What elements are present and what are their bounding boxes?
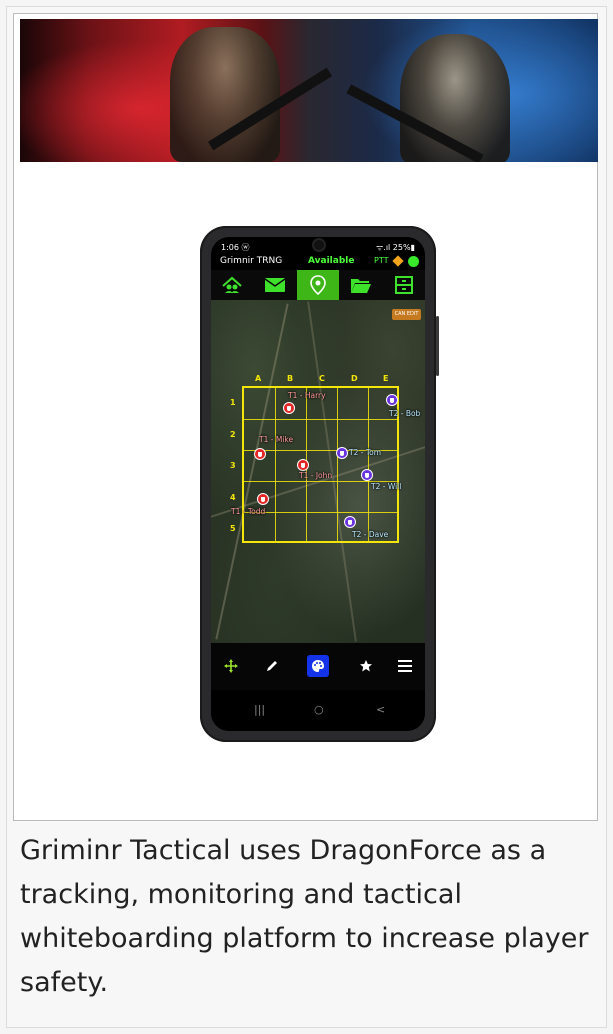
tab-bar	[211, 270, 425, 300]
phone-side-button	[436, 316, 439, 376]
star-icon	[360, 660, 372, 672]
menu-button[interactable]	[394, 655, 416, 677]
ptt-label[interactable]: PTT	[374, 256, 388, 265]
figure-caption: Griminr Tactical uses DragonForce as a t…	[20, 835, 589, 998]
player-marker-t1[interactable]	[254, 448, 266, 460]
grid-column-label: E	[383, 374, 389, 383]
grid-row-label: 4	[230, 493, 236, 502]
move-icon	[224, 659, 238, 673]
can-edit-badge[interactable]: CAN EDIT	[392, 309, 421, 320]
tab-map[interactable]	[297, 270, 339, 300]
player-label: T2 - Bob	[389, 409, 421, 418]
player-marker-t2[interactable]	[386, 394, 398, 406]
grid-row-label: 5	[230, 524, 236, 533]
palette-icon	[312, 660, 324, 672]
favorite-tool-button[interactable]	[355, 655, 377, 677]
grid-column-label: D	[351, 374, 358, 383]
menu-icon	[398, 660, 412, 672]
home-button[interactable]: ○	[314, 703, 324, 716]
phone-screen: 1:06 ⓦ ᯤ.ıl 25%▮ Grimnir TRNG Available …	[211, 237, 425, 731]
player-label: T2 - Tom	[349, 448, 382, 457]
hero-banner-image	[20, 19, 598, 162]
cabinet-icon	[395, 276, 413, 294]
tab-records[interactable]	[383, 270, 425, 300]
grid-line	[244, 512, 397, 513]
player-label: T1 - Harry	[288, 391, 326, 400]
player-label: T2 - Will	[371, 482, 402, 491]
map-toolbar	[211, 643, 425, 690]
tab-messages[interactable]	[254, 270, 296, 300]
player-label: T2 - Dave	[352, 530, 389, 539]
color-tool-button[interactable]	[307, 655, 329, 677]
app-header: Grimnir TRNG Available PTT	[211, 254, 425, 269]
move-tool-button[interactable]	[220, 655, 242, 677]
recents-button[interactable]: |||	[254, 703, 265, 716]
android-nav-bar: ||| ○ <	[211, 690, 425, 731]
grid-row-label: 2	[230, 430, 236, 439]
map-pin-icon	[310, 275, 326, 295]
player-marker-t1[interactable]	[257, 493, 269, 505]
back-button[interactable]: <	[376, 703, 385, 716]
availability-status[interactable]: Available	[308, 256, 354, 266]
player-label: T1 - John	[299, 471, 333, 480]
player-label: T1 - Mike	[259, 435, 294, 444]
grid-line	[368, 388, 369, 541]
mail-icon	[265, 278, 285, 292]
app-title: Grimnir TRNG	[220, 256, 283, 266]
front-camera	[314, 240, 324, 250]
draw-tool-button[interactable]	[261, 655, 283, 677]
grid-line	[337, 388, 338, 541]
player-marker-t2[interactable]	[336, 447, 348, 459]
tactical-map[interactable]: CAN EDIT A B C D E 1 2 3 4 5 T1 - Harry …	[211, 300, 425, 643]
player-marker-t2[interactable]	[344, 516, 356, 528]
grid-row-label: 3	[230, 461, 236, 470]
grid-line	[244, 419, 397, 420]
ptt-diamond-icon[interactable]	[392, 255, 404, 267]
grid-column-label: C	[319, 374, 325, 383]
folder-icon	[351, 279, 371, 293]
tab-team[interactable]	[211, 270, 253, 300]
player-label: T1 - Todd	[231, 507, 266, 516]
grid-row-label: 1	[230, 398, 236, 407]
tab-files[interactable]	[340, 270, 382, 300]
player-marker-t2[interactable]	[361, 469, 373, 481]
team-icon	[222, 276, 242, 293]
grid-column-label: B	[287, 374, 294, 383]
status-time: 1:06 ⓦ	[221, 243, 250, 252]
player-marker-t1[interactable]	[283, 402, 295, 414]
grid-line	[275, 388, 276, 541]
grid-column-label: A	[255, 374, 262, 383]
map-grid-overlay	[242, 386, 399, 543]
connection-status-icon	[408, 256, 419, 267]
phone-mockup: 1:06 ⓦ ᯤ.ıl 25%▮ Grimnir TRNG Available …	[200, 226, 439, 742]
status-system-icons: ᯤ.ıl 25%▮	[375, 243, 415, 252]
pencil-icon	[267, 661, 277, 671]
player-marker-t1[interactable]	[297, 459, 309, 471]
